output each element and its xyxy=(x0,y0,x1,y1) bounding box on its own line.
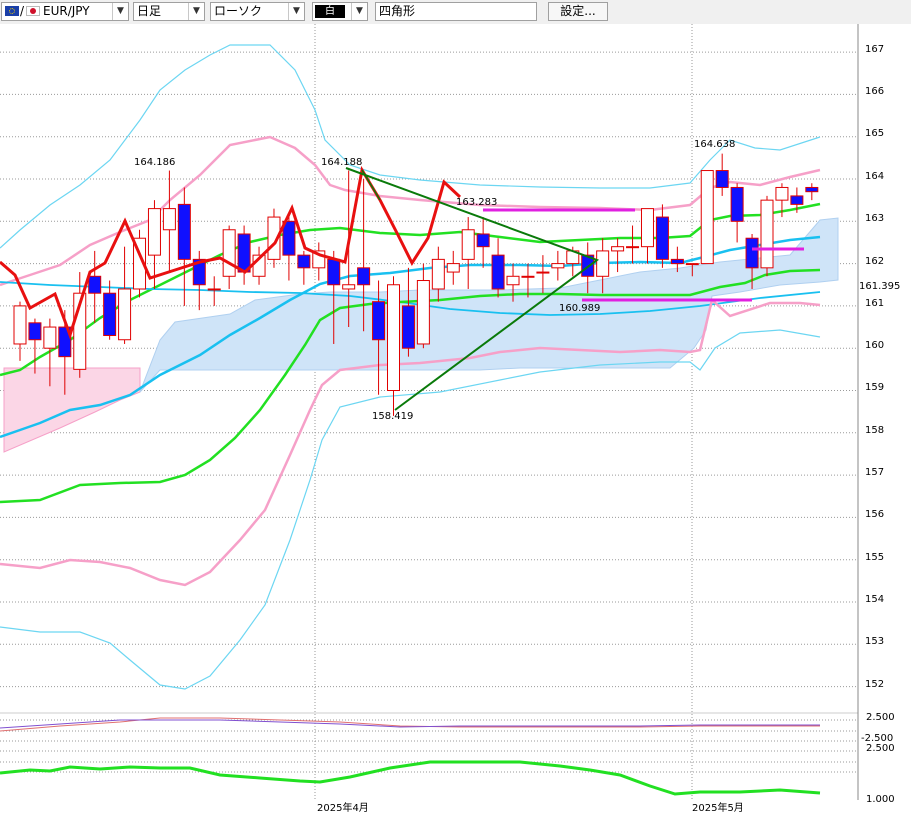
candle-body xyxy=(611,246,625,252)
volume-ratio-line xyxy=(0,760,821,796)
candle-body xyxy=(730,186,744,222)
oscillator-panel xyxy=(0,717,821,796)
price-chart[interactable]: 164.186 164.188 163.283 160.989 158.419 … xyxy=(0,24,911,817)
y-tick-label: 157 xyxy=(865,467,884,478)
candle-body xyxy=(760,199,774,269)
annotation-level-1: 163.283 xyxy=(456,197,497,208)
y-tick-label: 158 xyxy=(865,425,884,436)
candle-body xyxy=(416,280,430,345)
y-tick-label: 163 xyxy=(865,213,884,224)
candle-body xyxy=(446,263,460,273)
candle-body xyxy=(640,208,654,248)
candle-body xyxy=(506,275,520,286)
candle-body xyxy=(685,263,699,266)
candle-body xyxy=(401,305,415,349)
symbol-separator: / xyxy=(20,4,25,18)
chevron-down-icon: ▼ xyxy=(112,3,128,20)
annotation-high-2: 164.188 xyxy=(321,157,362,168)
settings-button[interactable]: 設定... xyxy=(548,2,608,21)
shape-tool-field[interactable]: 四角形 xyxy=(375,2,537,21)
y-tick-label: 166 xyxy=(865,86,884,97)
x-tick-label: 2025年5月 xyxy=(692,801,744,814)
chevron-down-icon: ▼ xyxy=(351,3,367,20)
jp-flag-icon xyxy=(26,6,40,16)
candle-body xyxy=(43,326,57,349)
candle-body xyxy=(596,250,610,277)
candle-body xyxy=(342,284,356,290)
y-tick-label: 152 xyxy=(865,679,884,690)
x-axis: 2025年4月 2025年5月 xyxy=(317,801,744,814)
y-tick-label: 155 xyxy=(865,552,884,563)
indicator-label: 1.000 xyxy=(866,794,895,805)
candle-body xyxy=(387,284,400,391)
candle-body xyxy=(28,322,42,341)
annotation-high-3: 164.638 xyxy=(694,139,735,150)
color-select[interactable]: 白 ▼ xyxy=(312,2,368,21)
candle-body xyxy=(790,195,804,205)
candle-body xyxy=(237,233,251,273)
chevron-down-icon: ▼ xyxy=(188,3,204,20)
indicator-label: 2.500 xyxy=(866,712,895,723)
candle-body xyxy=(207,288,221,291)
y-tick-label: 167 xyxy=(865,44,884,55)
candle-body xyxy=(372,301,386,341)
chart-style-select[interactable]: ローソク ▼ xyxy=(210,2,305,21)
symbol-label: EUR/JPY xyxy=(43,4,90,18)
chevron-down-icon: ▼ xyxy=(288,3,304,20)
y-axis: 167 166 165 164 163 162 161 160 159 158 … xyxy=(859,44,900,805)
candle-body xyxy=(13,305,27,345)
chart-style-label: ローソク xyxy=(214,4,263,18)
candle-body xyxy=(147,208,161,256)
candle-body xyxy=(626,246,640,249)
bollinger-inner-upper xyxy=(0,135,821,287)
candle-body xyxy=(118,288,132,341)
candle-body xyxy=(536,271,550,274)
candle-body xyxy=(431,258,445,290)
color-swatch: 白 xyxy=(315,5,345,18)
candle-body xyxy=(670,258,684,265)
candle-body xyxy=(222,229,236,277)
candle-body xyxy=(775,186,789,201)
y-tick-label: 165 xyxy=(865,128,884,139)
annotation-level-2: 160.989 xyxy=(559,303,600,314)
candle-body xyxy=(297,254,311,269)
candle-body xyxy=(805,186,819,193)
x-tick-label: 2025年4月 xyxy=(317,801,369,814)
y-tick-label: 153 xyxy=(865,636,884,647)
y-tick-label: 160 xyxy=(865,340,884,351)
shape-tool-label: 四角形 xyxy=(379,4,416,18)
candle-body xyxy=(88,275,102,294)
candle-body xyxy=(476,233,490,248)
timeframe-select[interactable]: 日足 ▼ xyxy=(133,2,205,21)
candle-body xyxy=(177,203,191,260)
annotation-high-1: 164.186 xyxy=(134,157,175,168)
symbol-select[interactable]: / EUR/JPY ▼ xyxy=(1,2,129,21)
y-tick-label: 156 xyxy=(865,509,884,520)
eu-flag-icon xyxy=(5,6,19,16)
chart-toolbar: / EUR/JPY ▼ 日足 ▼ ローソク ▼ 白 ▼ 四角形 設定... xyxy=(0,0,911,24)
indicator-label: 2.500 xyxy=(866,743,895,754)
y-tick-label: 159 xyxy=(865,382,884,393)
candle-body xyxy=(655,216,669,260)
candle-body xyxy=(700,170,714,265)
y-tick-label: 154 xyxy=(865,594,884,605)
candle-body xyxy=(327,258,341,286)
y-tick-label: 164 xyxy=(865,171,884,182)
candle-body xyxy=(551,263,565,269)
y-tick-label: 162 xyxy=(865,256,884,267)
candle-body xyxy=(745,237,759,269)
y-tick-label: 161 xyxy=(865,298,884,309)
candle-body xyxy=(715,170,729,188)
timeframe-label: 日足 xyxy=(137,4,162,18)
candle-body xyxy=(103,292,117,337)
candle-body xyxy=(162,208,176,231)
current-price-label: 161.395 xyxy=(859,281,900,292)
annotation-low: 158.419 xyxy=(372,411,413,422)
candle-body xyxy=(521,275,535,278)
candle-body xyxy=(491,254,505,290)
candle-body xyxy=(461,229,475,260)
candle-body xyxy=(357,267,371,286)
